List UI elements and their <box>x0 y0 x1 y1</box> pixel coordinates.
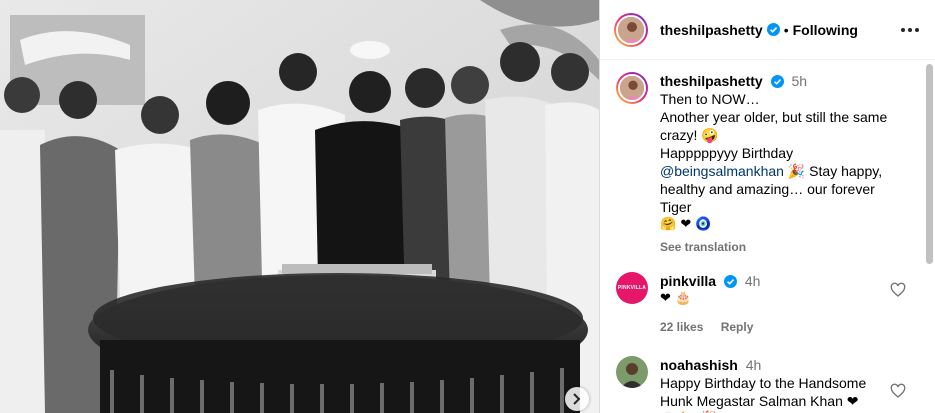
like-heart-icon[interactable] <box>890 282 906 298</box>
author-avatar-image <box>618 16 644 43</box>
comments-scrollbar[interactable] <box>926 64 933 264</box>
more-dot-icon <box>908 27 912 32</box>
see-translation-link[interactable]: See translation <box>660 238 906 256</box>
caption-line: Then to NOW… <box>660 91 760 107</box>
reply-button[interactable]: Reply <box>721 320 754 334</box>
mention-link[interactable]: @beingsalmankhan <box>660 163 784 179</box>
comment-text: ❤ 🎂 <box>660 291 692 306</box>
comment-time[interactable]: 4h <box>746 357 762 373</box>
commenter-username[interactable]: noahashish <box>660 357 738 373</box>
verified-badge-icon <box>766 23 780 36</box>
next-photo-button[interactable] <box>565 387 589 411</box>
pinkvilla-logo-text: PINKVILLA <box>617 285 647 291</box>
more-dot-icon <box>915 27 919 32</box>
caption-avatar[interactable] <box>616 72 648 104</box>
commenter-avatar[interactable]: PINKVILLA <box>616 272 648 304</box>
caption-line: crazy! 🤪 <box>660 127 719 143</box>
caption-time[interactable]: 5h <box>791 73 807 89</box>
verified-badge-icon <box>770 75 784 88</box>
comment-text: Happy Birthday to the Handsome <box>660 375 867 391</box>
more-dot-icon <box>901 27 905 32</box>
author-username[interactable]: theshilpashetty <box>660 22 763 38</box>
caption-emojis: 🤗 ❤ 🧿 <box>660 217 712 232</box>
comment-time[interactable]: 4h <box>745 273 761 289</box>
verified-badge-icon <box>723 275 737 288</box>
caption-line: Another year older, but still the same <box>660 109 888 125</box>
following-button[interactable]: Following <box>793 22 858 38</box>
author-avatar[interactable] <box>614 12 648 47</box>
group-photo-image <box>0 0 599 413</box>
caption-username[interactable]: theshilpashetty <box>660 73 763 89</box>
like-heart-icon[interactable] <box>890 383 906 399</box>
comment-actions: 22 likes Reply <box>660 318 882 336</box>
commenter-avatar-image <box>616 356 648 388</box>
post-header: theshilpashetty • Following <box>600 0 935 60</box>
chevron-right-icon <box>573 393 581 405</box>
post-sidebar: theshilpashetty • Following theshilpashe… <box>599 0 935 413</box>
caption-line: healthy and amazing… our forever Tiger <box>660 181 875 215</box>
caption-line: Happpppyyy Birthday <box>660 145 794 161</box>
comment-likes[interactable]: 22 likes <box>660 320 703 334</box>
comment-text: Hunk Megastar Salman Khan ❤ <box>660 393 859 409</box>
commenter-username[interactable]: pinkvilla <box>660 273 716 289</box>
comments-list: theshilpashetty 5h Then to NOW… Another … <box>600 61 920 413</box>
separator-dot: • <box>783 21 789 38</box>
see-translation-label[interactable]: See translation <box>660 240 746 254</box>
commenter-avatar[interactable] <box>616 356 648 388</box>
caption-line: 🎉 Stay happy, <box>787 163 883 179</box>
caption: theshilpashetty 5h Then to NOW… Another … <box>600 61 920 256</box>
more-options-button[interactable] <box>901 27 919 32</box>
post-photo <box>0 0 599 413</box>
comment: noahashish 4h Happy Birthday to the Hand… <box>600 336 920 413</box>
caption-avatar-image <box>620 76 644 100</box>
comment: PINKVILLA pinkvilla 4h ❤ 🎂 22 likes Repl… <box>600 256 920 336</box>
